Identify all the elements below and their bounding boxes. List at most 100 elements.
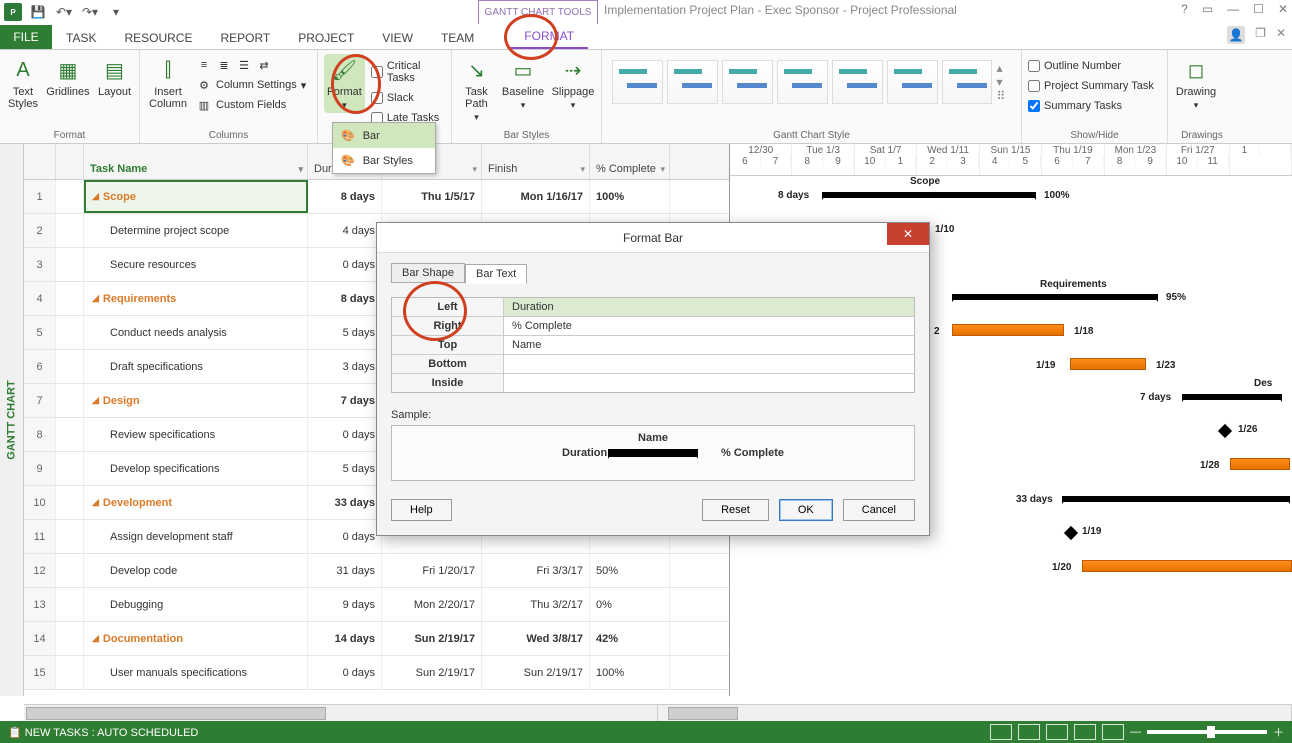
style-thumb[interactable] [887, 60, 938, 104]
task-path-button[interactable]: ↘Task Path▾ [458, 54, 495, 125]
tab-bar-shape[interactable]: Bar Shape [391, 263, 465, 283]
task-bar[interactable] [952, 324, 1064, 336]
style-thumb[interactable] [942, 60, 993, 104]
bar-label: 1/18 [1074, 326, 1093, 337]
window-restore-icon[interactable]: ❐ [1255, 26, 1266, 44]
summary-bar[interactable] [952, 294, 1158, 300]
zoom-in-icon[interactable]: ＋ [1273, 724, 1284, 740]
align-buttons[interactable]: ≡≣☰⇄ [196, 56, 306, 74]
ribbon-options-icon[interactable]: ▭ [1202, 2, 1213, 16]
summary-tasks-check[interactable]: Summary Tasks [1028, 98, 1161, 114]
slippage-button[interactable]: ⇢Slippage▾ [551, 54, 595, 113]
minimize-icon[interactable]: — [1227, 2, 1239, 16]
tab-team[interactable]: TEAM [427, 27, 488, 49]
undo-icon[interactable]: ↶▾ [54, 2, 74, 22]
bar-label: 1/23 [1156, 360, 1175, 371]
maximize-icon[interactable]: ☐ [1253, 2, 1264, 16]
task-bar[interactable] [1230, 458, 1290, 470]
menu-bar[interactable]: 🎨Bar [333, 123, 435, 148]
new-tasks-mode[interactable]: 📋 NEW TASKS : AUTO SCHEDULED [8, 727, 198, 739]
zoom-out-icon[interactable]: — [1130, 726, 1141, 738]
gridlines-button[interactable]: ▦Gridlines [46, 54, 90, 100]
baseline-button[interactable]: ▭Baseline▾ [501, 54, 545, 113]
text-styles-button[interactable]: AText Styles [6, 54, 40, 112]
task-bar[interactable] [1070, 358, 1146, 370]
tab-resource[interactable]: RESOURCE [110, 27, 206, 49]
qat-custom-icon[interactable]: ▾ [106, 2, 126, 22]
column-settings-button[interactable]: ⚙Column Settings ▾ [196, 76, 306, 94]
gallery-up-icon[interactable]: ▴ [996, 61, 1011, 75]
custom-fields-button[interactable]: ▥Custom Fields [196, 96, 306, 114]
style-thumb[interactable] [612, 60, 663, 104]
slack-check[interactable]: Slack [371, 90, 445, 106]
sample-preview: Name Duration % Complete [391, 425, 915, 481]
group-drawings-label: Drawings [1174, 128, 1230, 141]
tab-view[interactable]: VIEW [368, 27, 427, 49]
summary-bar[interactable] [1182, 394, 1282, 400]
close-icon[interactable]: ✕ [1278, 2, 1288, 16]
table-row[interactable]: 1 ◢Scope 8 days Thu 1/5/17 Mon 1/16/17 1… [24, 180, 729, 214]
save-icon[interactable]: 💾 [28, 2, 48, 22]
tab-task[interactable]: TASK [52, 27, 110, 49]
help-icon[interactable]: ? [1181, 2, 1188, 16]
redo-icon[interactable]: ↷▾ [80, 2, 100, 22]
col-finish[interactable]: Finish▾ [482, 144, 590, 179]
table-row[interactable]: 12 Develop code 31 days Fri 1/20/17 Fri … [24, 554, 729, 588]
view-btn[interactable] [1102, 724, 1124, 740]
zoom-slider[interactable] [1147, 730, 1267, 734]
table-row[interactable]: 13 Debugging 9 days Mon 2/20/17 Thu 3/2/… [24, 588, 729, 622]
summary-bar[interactable] [822, 192, 1036, 198]
view-btn[interactable] [1018, 724, 1040, 740]
style-thumb[interactable] [777, 60, 828, 104]
gantt-style-gallery[interactable]: ▴▾⠿ [608, 54, 1015, 110]
prop-row-right[interactable]: Right% Complete [392, 317, 914, 336]
help-button[interactable]: Help [391, 499, 452, 521]
tab-format[interactable]: FORMAT [510, 25, 588, 49]
col-complete[interactable]: % Complete▾ [590, 144, 670, 179]
col-indicators[interactable] [56, 144, 84, 179]
prop-row-inside[interactable]: Inside [392, 374, 914, 392]
layout-button[interactable]: ▤Layout [96, 54, 133, 100]
reset-button[interactable]: Reset [702, 499, 769, 521]
format-dropdown: 🎨Bar 🎨Bar Styles [332, 122, 436, 174]
summary-bar[interactable] [1062, 496, 1290, 502]
dialog-close-icon[interactable]: ✕ [887, 223, 929, 245]
ok-button[interactable]: OK [779, 499, 833, 521]
milestone[interactable] [1218, 424, 1232, 438]
tab-file[interactable]: FILE [0, 25, 52, 49]
hscroll[interactable] [24, 704, 1292, 721]
insert-column-button[interactable]: ⫿Insert Column [146, 54, 190, 112]
account-icon[interactable]: 👤 [1227, 26, 1245, 44]
bar-label: Des [1254, 378, 1272, 389]
tab-report[interactable]: REPORT [206, 27, 284, 49]
tab-bar-text[interactable]: Bar Text [465, 264, 527, 284]
prop-row-bottom[interactable]: Bottom [392, 355, 914, 374]
cancel-button[interactable]: Cancel [843, 499, 915, 521]
style-thumb[interactable] [832, 60, 883, 104]
view-btn[interactable] [1046, 724, 1068, 740]
window-close-icon[interactable]: ✕ [1276, 26, 1286, 44]
task-bar[interactable] [1082, 560, 1292, 572]
view-btn[interactable] [990, 724, 1012, 740]
milestone[interactable] [1064, 526, 1078, 540]
barstyles-icon: 🎨 [341, 154, 355, 167]
drawing-button[interactable]: ◻Drawing▾ [1174, 54, 1218, 113]
format-button[interactable]: 🖌Format▾ [324, 54, 365, 113]
style-thumb[interactable] [722, 60, 773, 104]
table-row[interactable]: 14 ◢Documentation 14 days Sun 2/19/17 We… [24, 622, 729, 656]
contextual-tab-gantt-tools: GANTT CHART TOOLS [478, 0, 598, 24]
col-id[interactable] [24, 144, 56, 179]
table-row[interactable]: 15 User manuals specifications 0 days Su… [24, 656, 729, 690]
gallery-down-icon[interactable]: ▾ [996, 75, 1011, 89]
project-summary-check[interactable]: Project Summary Task [1028, 78, 1161, 94]
prop-row-top[interactable]: TopName [392, 336, 914, 355]
col-taskname[interactable]: Task Name▾ [84, 144, 308, 179]
style-thumb[interactable] [667, 60, 718, 104]
gallery-more-icon[interactable]: ⠿ [996, 89, 1011, 103]
menu-bar-styles[interactable]: 🎨Bar Styles [333, 148, 435, 173]
critical-tasks-check[interactable]: Critical Tasks [371, 58, 445, 86]
prop-row-left[interactable]: LeftDuration [392, 298, 914, 317]
outline-number-check[interactable]: Outline Number [1028, 58, 1161, 74]
view-btn[interactable] [1074, 724, 1096, 740]
tab-project[interactable]: PROJECT [284, 27, 368, 49]
